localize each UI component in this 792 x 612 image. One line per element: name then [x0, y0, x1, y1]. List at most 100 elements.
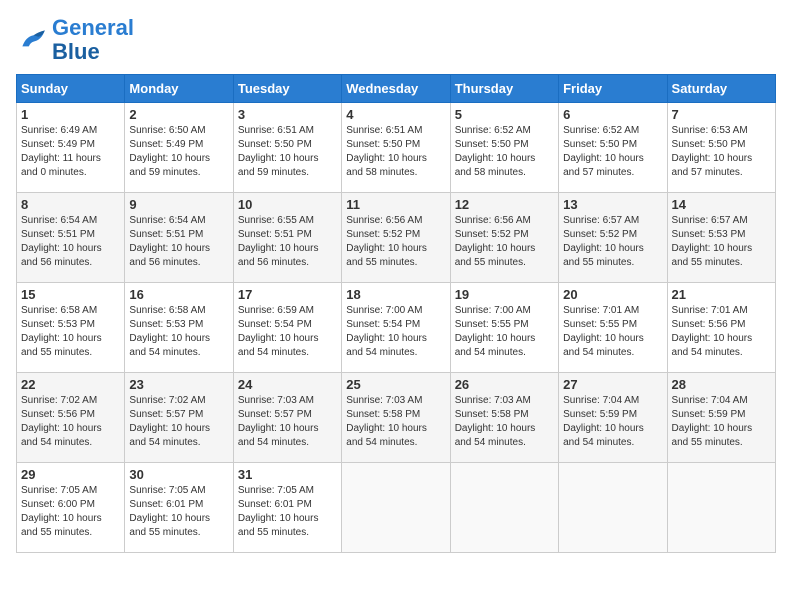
day-info: Sunrise: 7:03 AMSunset: 5:57 PMDaylight:…	[238, 394, 337, 450]
calendar-cell: 28Sunrise: 7:04 AMSunset: 5:59 PMDayligh…	[667, 373, 775, 463]
day-number: 14	[672, 197, 771, 212]
day-info: Sunrise: 6:54 AMSunset: 5:51 PMDaylight:…	[129, 214, 228, 270]
calendar-cell: 13 Sunrise: 6:57 AMSunset: 5:52 PMDayligh…	[559, 193, 667, 283]
calendar-cell: 31 Sunrise: 7:05 AMSunset: 6:01 PMDayligh…	[233, 463, 341, 553]
logo-text: GeneralBlue	[52, 16, 134, 64]
calendar-cell: 1 Sunrise: 6:49 AMSunset: 5:49 PMDaylight…	[17, 103, 125, 193]
column-header-wednesday: Wednesday	[342, 75, 450, 103]
day-info: Sunrise: 7:01 AMSunset: 5:55 PMDaylight:…	[563, 304, 662, 360]
day-info: Sunrise: 6:52 AMSunset: 5:50 PMDaylight:…	[455, 124, 554, 180]
calendar-cell: 20Sunrise: 7:01 AMSunset: 5:55 PMDayligh…	[559, 283, 667, 373]
logo-icon	[16, 24, 48, 56]
calendar-header-row: SundayMondayTuesdayWednesdayThursdayFrid…	[17, 75, 776, 103]
calendar-cell: 17Sunrise: 6:59 AMSunset: 5:54 PMDayligh…	[233, 283, 341, 373]
column-header-thursday: Thursday	[450, 75, 558, 103]
day-number: 5	[455, 107, 554, 122]
day-info: Sunrise: 6:58 AMSunset: 5:53 PMDaylight:…	[129, 304, 228, 360]
day-info: Sunrise: 7:02 AMSunset: 5:56 PMDaylight:…	[21, 394, 120, 450]
day-info: Sunrise: 6:57 AMSunset: 5:52 PMDaylight:…	[563, 214, 662, 270]
calendar-cell: 2Sunrise: 6:50 AMSunset: 5:49 PMDaylight…	[125, 103, 233, 193]
day-number: 21	[672, 287, 771, 302]
day-number: 7	[672, 107, 771, 122]
calendar-cell: 16 Sunrise: 6:58 AMSunset: 5:53 PMDayligh…	[125, 283, 233, 373]
day-number: 6	[563, 107, 662, 122]
calendar-cell: 25 Sunrise: 7:03 AMSunset: 5:58 PMDayligh…	[342, 373, 450, 463]
day-info: Sunrise: 6:52 AMSunset: 5:50 PMDaylight:…	[563, 124, 662, 180]
column-header-tuesday: Tuesday	[233, 75, 341, 103]
day-info: Sunrise: 6:54 AMSunset: 5:51 PMDaylight:…	[21, 214, 120, 270]
calendar-cell: 26 Sunrise: 7:03 AMSunset: 5:58 PMDayligh…	[450, 373, 558, 463]
day-number: 29	[21, 467, 120, 482]
day-info: Sunrise: 6:49 AMSunset: 5:49 PMDaylight:…	[21, 124, 120, 180]
day-number: 16	[129, 287, 228, 302]
calendar-cell: 3 Sunrise: 6:51 AMSunset: 5:50 PMDaylight…	[233, 103, 341, 193]
calendar-week-4: 22 Sunrise: 7:02 AMSunset: 5:56 PMDayligh…	[17, 373, 776, 463]
day-info: Sunrise: 6:53 AMSunset: 5:50 PMDaylight:…	[672, 124, 771, 180]
page-header: GeneralBlue	[16, 16, 776, 64]
calendar-cell: 11 Sunrise: 6:56 AMSunset: 5:52 PMDayligh…	[342, 193, 450, 283]
calendar-cell: 9 Sunrise: 6:54 AMSunset: 5:51 PMDaylight…	[125, 193, 233, 283]
day-number: 10	[238, 197, 337, 212]
calendar-cell: 18 Sunrise: 7:00 AMSunset: 5:54 PMDayligh…	[342, 283, 450, 373]
day-info: Sunrise: 6:56 AMSunset: 5:52 PMDaylight:…	[455, 214, 554, 270]
day-info: Sunrise: 6:51 AMSunset: 5:50 PMDaylight:…	[238, 124, 337, 180]
day-info: Sunrise: 7:00 AMSunset: 5:55 PMDaylight:…	[455, 304, 554, 360]
day-info: Sunrise: 7:05 AMSunset: 6:01 PMDaylight:…	[238, 484, 337, 540]
day-number: 13	[563, 197, 662, 212]
calendar-cell: 6 Sunrise: 6:52 AMSunset: 5:50 PMDaylight…	[559, 103, 667, 193]
calendar-cell: 22 Sunrise: 7:02 AMSunset: 5:56 PMDayligh…	[17, 373, 125, 463]
day-number: 23	[129, 377, 228, 392]
day-info: Sunrise: 7:01 AMSunset: 5:56 PMDaylight:…	[672, 304, 771, 360]
day-info: Sunrise: 7:02 AMSunset: 5:57 PMDaylight:…	[129, 394, 228, 450]
calendar-cell	[450, 463, 558, 553]
day-number: 26	[455, 377, 554, 392]
calendar-week-3: 15Sunrise: 6:58 AMSunset: 5:53 PMDayligh…	[17, 283, 776, 373]
calendar-cell: 14 Sunrise: 6:57 AMSunset: 5:53 PMDayligh…	[667, 193, 775, 283]
calendar-cell	[342, 463, 450, 553]
day-number: 31	[238, 467, 337, 482]
day-number: 27	[563, 377, 662, 392]
calendar-cell	[559, 463, 667, 553]
day-number: 1	[21, 107, 120, 122]
calendar-cell: 5 Sunrise: 6:52 AMSunset: 5:50 PMDaylight…	[450, 103, 558, 193]
day-number: 19	[455, 287, 554, 302]
day-info: Sunrise: 6:58 AMSunset: 5:53 PMDaylight:…	[21, 304, 120, 360]
day-number: 4	[346, 107, 445, 122]
calendar-week-2: 8 Sunrise: 6:54 AMSunset: 5:51 PMDaylight…	[17, 193, 776, 283]
day-number: 18	[346, 287, 445, 302]
calendar-cell: 24Sunrise: 7:03 AMSunset: 5:57 PMDayligh…	[233, 373, 341, 463]
calendar-cell: 12 Sunrise: 6:56 AMSunset: 5:52 PMDayligh…	[450, 193, 558, 283]
logo: GeneralBlue	[16, 16, 134, 64]
calendar-cell: 30Sunrise: 7:05 AMSunset: 6:01 PMDayligh…	[125, 463, 233, 553]
day-number: 3	[238, 107, 337, 122]
day-info: Sunrise: 7:05 AMSunset: 6:00 PMDaylight:…	[21, 484, 120, 540]
day-info: Sunrise: 6:51 AMSunset: 5:50 PMDaylight:…	[346, 124, 445, 180]
day-number: 9	[129, 197, 228, 212]
day-info: Sunrise: 6:57 AMSunset: 5:53 PMDaylight:…	[672, 214, 771, 270]
calendar-cell: 4 Sunrise: 6:51 AMSunset: 5:50 PMDaylight…	[342, 103, 450, 193]
calendar-cell: 15Sunrise: 6:58 AMSunset: 5:53 PMDayligh…	[17, 283, 125, 373]
day-info: Sunrise: 6:55 AMSunset: 5:51 PMDaylight:…	[238, 214, 337, 270]
calendar-cell: 21 Sunrise: 7:01 AMSunset: 5:56 PMDayligh…	[667, 283, 775, 373]
calendar-cell: 8 Sunrise: 6:54 AMSunset: 5:51 PMDaylight…	[17, 193, 125, 283]
calendar-cell	[667, 463, 775, 553]
day-number: 12	[455, 197, 554, 212]
day-info: Sunrise: 7:00 AMSunset: 5:54 PMDaylight:…	[346, 304, 445, 360]
day-number: 2	[129, 107, 228, 122]
day-info: Sunrise: 7:03 AMSunset: 5:58 PMDaylight:…	[455, 394, 554, 450]
calendar-week-5: 29 Sunrise: 7:05 AMSunset: 6:00 PMDayligh…	[17, 463, 776, 553]
day-number: 8	[21, 197, 120, 212]
calendar-table: SundayMondayTuesdayWednesdayThursdayFrid…	[16, 74, 776, 553]
calendar-cell: 7 Sunrise: 6:53 AMSunset: 5:50 PMDaylight…	[667, 103, 775, 193]
calendar-cell: 10 Sunrise: 6:55 AMSunset: 5:51 PMDayligh…	[233, 193, 341, 283]
calendar-cell: 29 Sunrise: 7:05 AMSunset: 6:00 PMDayligh…	[17, 463, 125, 553]
day-info: Sunrise: 6:56 AMSunset: 5:52 PMDaylight:…	[346, 214, 445, 270]
day-number: 22	[21, 377, 120, 392]
calendar-cell: 23 Sunrise: 7:02 AMSunset: 5:57 PMDayligh…	[125, 373, 233, 463]
calendar-cell: 27Sunrise: 7:04 AMSunset: 5:59 PMDayligh…	[559, 373, 667, 463]
day-number: 11	[346, 197, 445, 212]
column-header-monday: Monday	[125, 75, 233, 103]
day-info: Sunrise: 7:03 AMSunset: 5:58 PMDaylight:…	[346, 394, 445, 450]
day-number: 25	[346, 377, 445, 392]
calendar-cell: 19 Sunrise: 7:00 AMSunset: 5:55 PMDayligh…	[450, 283, 558, 373]
